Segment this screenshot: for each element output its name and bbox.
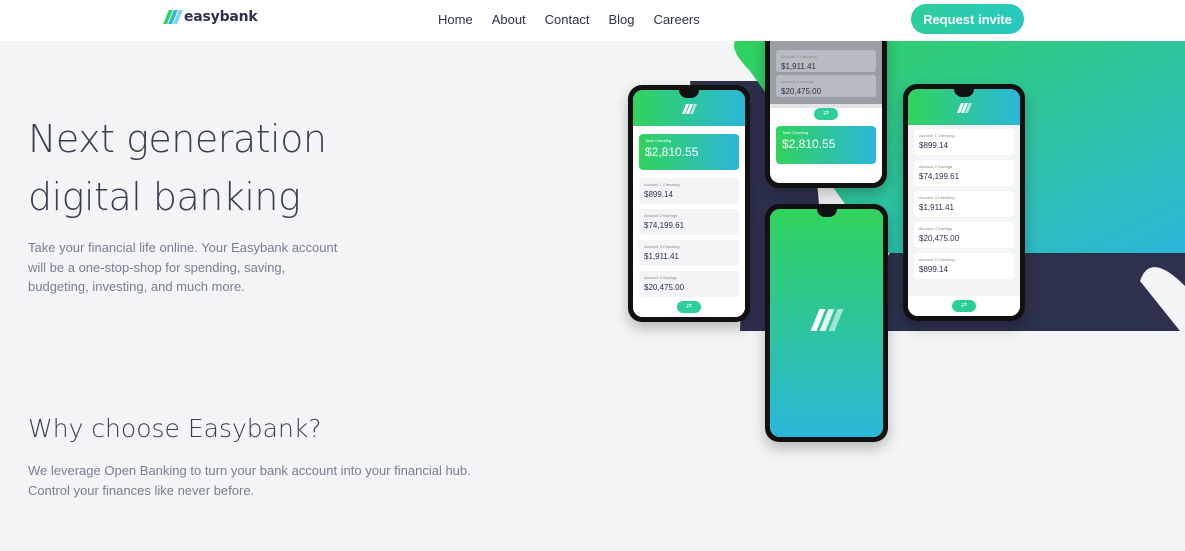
nav-contact[interactable]: Contact <box>545 12 590 27</box>
account-label: Account 1 Checking <box>919 133 955 138</box>
account-label: Account 3 Checking <box>781 54 817 59</box>
phone-mockup-top: Account 3 Checking $1,911.41 Account 4 S… <box>765 28 887 188</box>
total-amount: $2,810.55 <box>645 145 699 159</box>
account-label: Account 2 Savings <box>644 213 678 218</box>
hero-title-line2: digital banking <box>28 175 301 219</box>
app-logo-icon <box>956 103 973 113</box>
total-label: Total Checking <box>782 130 809 135</box>
splash-logo-icon <box>810 309 845 331</box>
logo-mark-icon <box>163 10 183 24</box>
account-amount: $899.14 <box>919 141 948 150</box>
account-label: Account 4 Savings <box>781 79 815 84</box>
hero-title-line1: Next generation <box>28 117 327 161</box>
nav-blog[interactable]: Blog <box>608 12 634 27</box>
account-amount: $899.14 <box>644 190 673 199</box>
nav-home[interactable]: Home <box>438 12 473 27</box>
account-amount: $1,911.41 <box>919 203 954 212</box>
account-label: Account 1 Checking <box>644 182 680 187</box>
transfer-button-icon: ⇄ <box>677 301 701 313</box>
total-label: Total Checking <box>645 138 672 143</box>
why-section-title: Why choose Easybank? <box>28 414 322 443</box>
account-amount: $1,911.41 <box>644 252 679 261</box>
logo-text: easybank <box>184 9 258 25</box>
hero-description: Take your financial life online. Your Ea… <box>28 240 338 294</box>
account-label: Account 4 Savings <box>644 275 678 280</box>
account-amount: $74,199.61 <box>644 221 685 230</box>
hero-title: Next generation digital banking <box>28 110 368 226</box>
account-amount: $20,475.00 <box>919 234 960 243</box>
account-amount: $899.14 <box>919 265 948 274</box>
account-amount: $74,199.61 <box>919 172 960 181</box>
account-amount: $20,475.00 <box>781 87 822 96</box>
main-nav: Home About Contact Blog Careers <box>438 12 717 27</box>
account-amount: $20,475.00 <box>644 283 685 292</box>
nav-about[interactable]: About <box>492 12 526 27</box>
phone-mockup-left: Total Checking $2,810.55 Account 1 Check… <box>628 85 750 322</box>
account-label: Account 4 Savings <box>919 226 953 231</box>
phone-mockup-right: Account 1 Checking $899.14 Account 2 Sav… <box>903 84 1025 321</box>
account-label: Account 5 Checking <box>919 257 955 262</box>
app-logo-icon <box>681 104 698 114</box>
account-amount: $1,911.41 <box>781 62 816 71</box>
request-invite-button[interactable]: Request invite <box>911 4 1024 34</box>
transfer-button-icon: ⇄ <box>814 108 838 120</box>
total-amount: $2,810.55 <box>782 137 836 151</box>
why-section-description: We leverage Open Banking to turn your ba… <box>28 463 471 498</box>
account-label: Account 2 Savings <box>919 164 953 169</box>
account-label: Account 3 Checking <box>644 244 680 249</box>
logo[interactable]: easybank <box>163 9 258 25</box>
nav-careers[interactable]: Careers <box>654 12 700 27</box>
transfer-button-icon: ⇄ <box>952 300 976 312</box>
phone-mockup-splash <box>765 204 888 442</box>
account-label: Account 3 Checking <box>919 195 955 200</box>
site-header: easybank Home About Contact Blog Careers… <box>0 0 1185 41</box>
